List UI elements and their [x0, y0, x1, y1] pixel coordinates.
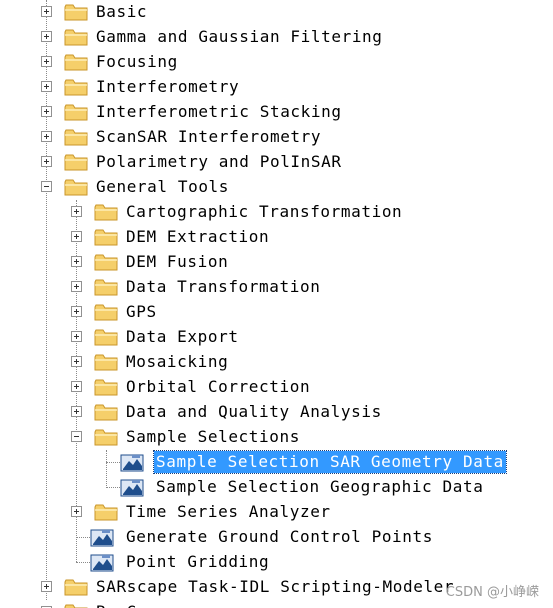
tree-row[interactable]: Generate Ground Control Points — [0, 525, 553, 550]
tree-row[interactable]: Interferometry — [0, 75, 553, 100]
folder-icon — [64, 128, 88, 147]
tree-row[interactable]: Cartographic Transformation — [0, 200, 553, 225]
tree-item-label[interactable]: ScanSAR Interferometry — [94, 126, 323, 148]
tree-row[interactable]: Data Transformation — [0, 275, 553, 300]
tree-item-label[interactable]: Orbital Correction — [124, 376, 312, 398]
folder-icon — [94, 328, 118, 347]
tree-row[interactable]: Gamma and Gaussian Filtering — [0, 25, 553, 50]
tree-item-label[interactable]: Mosaicking — [124, 351, 230, 373]
folder-icon — [64, 578, 88, 597]
expand-icon[interactable] — [41, 156, 52, 167]
tool-icon — [90, 528, 116, 549]
tree-view: Basic Gamma and Gaussian Filtering Focus… — [0, 0, 553, 608]
tree-item-label[interactable]: Interferometric Stacking — [94, 101, 344, 123]
expand-icon[interactable] — [71, 356, 82, 367]
tree-item-label[interactable]: Cartographic Transformation — [124, 201, 404, 223]
tree-row[interactable]: Data and Quality Analysis — [0, 400, 553, 425]
tree-item-label[interactable]: General Tools — [94, 176, 231, 198]
folder-icon — [64, 603, 88, 608]
tree-row[interactable]: Data Export — [0, 325, 553, 350]
expand-icon[interactable] — [41, 131, 52, 142]
folder-icon — [94, 428, 118, 447]
tree-row[interactable]: General Tools — [0, 175, 553, 200]
expand-icon[interactable] — [71, 281, 82, 292]
tree-row[interactable]: Sample Selection SAR Geometry Data — [0, 450, 553, 475]
tree-item-label[interactable]: Gamma and Gaussian Filtering — [94, 26, 385, 48]
folder-icon — [94, 228, 118, 247]
folder-icon — [94, 378, 118, 397]
folder-icon — [94, 253, 118, 272]
tree-item-label[interactable]: Generate Ground Control Points — [124, 526, 435, 548]
tree-item-label[interactable]: Time Series Analyzer — [124, 501, 333, 523]
expand-icon[interactable] — [71, 506, 82, 517]
expand-icon[interactable] — [71, 406, 82, 417]
tree-item-label[interactable]: Point Gridding — [124, 551, 271, 573]
tree-row[interactable]: Sample Selections — [0, 425, 553, 450]
tree-item-label[interactable]: Sample Selections — [124, 426, 302, 448]
tree-item-label[interactable]: GPS — [124, 301, 159, 323]
expand-icon[interactable] — [71, 231, 82, 242]
tree-item-label[interactable]: DEM Extraction — [124, 226, 271, 248]
tree-item-label[interactable]: Sample Selection Geographic Data — [154, 476, 485, 498]
folder-icon — [64, 78, 88, 97]
folder-icon — [64, 3, 88, 22]
expand-icon[interactable] — [41, 56, 52, 67]
folder-icon — [94, 278, 118, 297]
expand-icon[interactable] — [41, 581, 52, 592]
folder-icon — [64, 103, 88, 122]
expand-icon[interactable] — [71, 306, 82, 317]
tree-row[interactable]: GPS — [0, 300, 553, 325]
tree-row[interactable]: Sample Selection Geographic Data — [0, 475, 553, 500]
watermark: CSDN @小峥嵘 — [445, 585, 539, 600]
tree-row[interactable]: Basic — [0, 0, 553, 25]
tree-row[interactable]: DEM Fusion — [0, 250, 553, 275]
tool-icon — [120, 478, 146, 499]
expand-icon[interactable] — [41, 6, 52, 17]
folder-icon — [94, 203, 118, 222]
tree-row[interactable]: Mosaicking — [0, 350, 553, 375]
collapse-icon[interactable] — [41, 181, 52, 192]
tree-item-label[interactable]: Polarimetry and PolInSAR — [94, 151, 344, 173]
expand-icon[interactable] — [41, 106, 52, 117]
tree-item-label[interactable]: SARscape Task-IDL Scripting-Modeler — [94, 576, 456, 598]
tree-item-label[interactable]: Basic — [94, 1, 149, 23]
folder-icon — [94, 353, 118, 372]
tree-item-label[interactable]: DEM Fusion — [124, 251, 230, 273]
tree-item-label[interactable]: Focusing — [94, 51, 180, 73]
tool-icon — [120, 453, 146, 474]
tool-icon — [90, 553, 116, 574]
folder-icon — [64, 28, 88, 47]
folder-icon — [64, 153, 88, 172]
tree-row[interactable]: Point Gridding — [0, 550, 553, 575]
tree-row[interactable]: Focusing — [0, 50, 553, 75]
expand-icon[interactable] — [71, 256, 82, 267]
tree-item-label[interactable]: Data and Quality Analysis — [124, 401, 384, 423]
folder-icon — [64, 53, 88, 72]
tree-row[interactable]: Orbital Correction — [0, 375, 553, 400]
tree-row[interactable]: ScanSAR Interferometry — [0, 125, 553, 150]
tree-item-label[interactable]: Interferometry — [94, 76, 241, 98]
tree-row[interactable]: Time Series Analyzer — [0, 500, 553, 525]
folder-icon — [94, 503, 118, 522]
collapse-icon[interactable] — [71, 431, 82, 442]
expand-icon[interactable] — [41, 81, 52, 92]
tree-item-label[interactable]: Sample Selection SAR Geometry Data — [153, 450, 507, 474]
tree-item-label[interactable]: Be_G... — [94, 601, 170, 608]
expand-icon[interactable] — [71, 381, 82, 392]
expand-icon[interactable] — [41, 31, 52, 42]
tree-item-label[interactable]: Data Export — [124, 326, 241, 348]
tree-row[interactable]: Polarimetry and PolInSAR — [0, 150, 553, 175]
tree-item-label[interactable]: Data Transformation — [124, 276, 322, 298]
expand-icon[interactable] — [71, 206, 82, 217]
folder-icon — [94, 303, 118, 322]
tree-row[interactable]: Be_G... — [0, 600, 553, 608]
tree-row[interactable]: Interferometric Stacking — [0, 100, 553, 125]
tree-row[interactable]: DEM Extraction — [0, 225, 553, 250]
folder-icon — [94, 403, 118, 422]
expand-icon[interactable] — [71, 331, 82, 342]
folder-icon — [64, 178, 88, 197]
